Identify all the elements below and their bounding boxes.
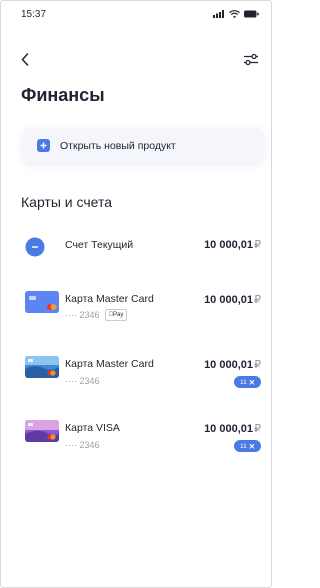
mastercard-landscape-card-icon: [25, 356, 59, 378]
battery-icon: [244, 10, 259, 18]
card-sub-info: ···· 2346: [65, 440, 100, 450]
status-icons: [213, 10, 259, 18]
signal-icon: [213, 10, 224, 18]
status-time: 15:37: [21, 9, 47, 20]
filter-settings-button[interactable]: [241, 49, 261, 69]
chevron-left-icon: [21, 52, 29, 66]
card-balance: 10 000,01₽: [204, 423, 261, 435]
status-bar: 15:37: [1, 1, 271, 29]
card-name: Карта Master Card: [65, 293, 154, 305]
ruble-coin-icon: [25, 237, 45, 262]
card-mask: ···· 2346: [65, 376, 100, 386]
account-name: Счет Текущий: [65, 239, 134, 251]
mastercard-card-icon: [25, 291, 59, 313]
account-row-current[interactable]: Счет Текущий 10 000,01₽: [1, 233, 271, 273]
visa-card-icon: [25, 420, 59, 442]
account-row-mastercard-2[interactable]: Карта Master Card ···· 2346 10 000,01₽ 1…: [1, 354, 271, 394]
wifi-icon: [229, 10, 240, 18]
nav-bar: [1, 45, 271, 73]
account-row-mastercard-1[interactable]: Карта Master Card ···· 2346 Pay 10 000,…: [1, 289, 271, 329]
sliders-icon: [244, 53, 258, 65]
tag-count: 11: [239, 442, 247, 450]
close-icon: ✕: [248, 441, 255, 451]
card-sub-info: ···· 2346 Pay: [65, 309, 128, 321]
card-mask: ···· 2346: [65, 440, 100, 450]
card-balance: 10 000,01₽: [204, 359, 261, 371]
card-tag-badge[interactable]: 11 ✕: [233, 376, 261, 388]
apple-pay-badge: Pay: [104, 309, 128, 321]
back-button[interactable]: [15, 49, 35, 69]
account-row-visa[interactable]: Карта VISA ···· 2346 10 000,01₽ 11 ✕: [1, 418, 271, 458]
card-mask: ···· 2346: [65, 310, 100, 320]
card-balance: 10 000,01₽: [204, 294, 261, 306]
open-new-product-button[interactable]: Открыть новый продукт: [23, 128, 263, 163]
page-title: Финансы: [21, 85, 105, 105]
card-sub-info: ···· 2346: [65, 376, 100, 386]
open-new-product-label: Открыть новый продукт: [60, 139, 176, 152]
card-tag-badge[interactable]: 11 ✕: [233, 440, 261, 452]
card-name: Карта VISA: [65, 422, 120, 434]
close-icon: ✕: [248, 377, 255, 387]
plus-icon: [37, 139, 50, 152]
card-name: Карта Master Card: [65, 358, 154, 370]
account-balance: 10 000,01₽: [204, 239, 261, 251]
phone-screen: 15:37 Финансы Открыть новый продукт Карт…: [0, 0, 272, 588]
tag-count: 11: [239, 378, 247, 386]
section-title: Карты и счета: [21, 194, 112, 210]
